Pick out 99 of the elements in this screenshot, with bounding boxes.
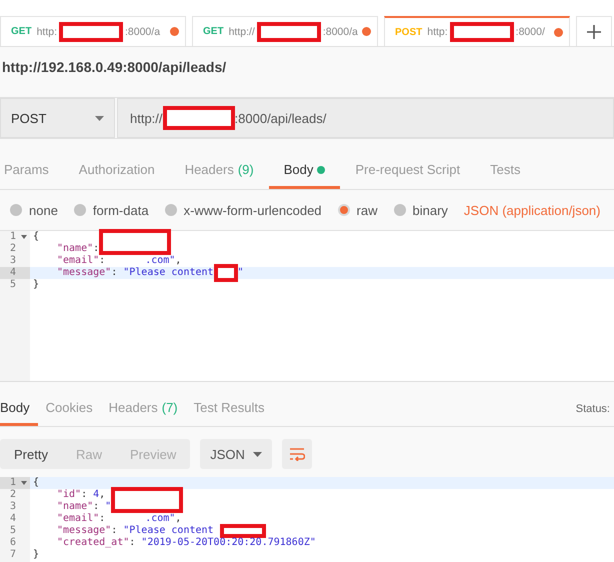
wrap-button[interactable] xyxy=(282,439,312,469)
view-mode-button[interactable]: Raw xyxy=(62,439,116,469)
code-token: : xyxy=(129,537,136,549)
radio-button[interactable] xyxy=(164,204,177,216)
code-token: } xyxy=(33,279,40,291)
code-token: } xyxy=(33,549,40,561)
radio-button[interactable] xyxy=(338,204,350,216)
status-label: Status: xyxy=(576,403,611,415)
code-token: , xyxy=(99,489,106,501)
code-token: "Please content xyxy=(123,267,214,279)
count-label: (7) xyxy=(162,400,178,415)
radio-label: x-www-form-urlencoded xyxy=(184,202,322,218)
redaction-box xyxy=(59,22,123,42)
tab-url: http: xyxy=(427,26,448,38)
line-number: 4 xyxy=(0,267,30,279)
radio-label: form-data xyxy=(92,202,149,218)
fold-caret-icon[interactable] xyxy=(21,481,27,485)
line-number: 2 xyxy=(0,243,30,255)
count-label: (9) xyxy=(238,162,254,177)
request-title: http://192.168.0.49:8000/api/leads/ xyxy=(2,59,226,75)
code-token: "created_at" xyxy=(57,537,130,549)
redaction-box xyxy=(214,264,238,282)
caret-icon xyxy=(252,452,262,456)
method-label: GET xyxy=(203,26,224,37)
code-token: , xyxy=(175,255,182,267)
code-token: " xyxy=(238,267,244,279)
code-token: : xyxy=(99,255,106,267)
line-number: 5 xyxy=(0,525,30,537)
code-token: "id" xyxy=(57,489,82,501)
request-tab[interactable]: GET http:// :8000/a xyxy=(192,16,378,46)
line-number: 4 xyxy=(0,513,30,525)
radio-button[interactable] xyxy=(74,204,86,216)
section-tab[interactable]: Tests xyxy=(475,153,536,189)
line-number: 1 xyxy=(0,477,30,489)
code-token: : xyxy=(111,267,118,279)
view-mode-button[interactable]: Preview xyxy=(116,439,190,469)
code-token: .com" xyxy=(145,255,176,267)
code-token: "name" xyxy=(57,501,94,513)
line-number: 6 xyxy=(0,537,30,549)
line-number: 1 xyxy=(0,231,30,243)
tab-url: :8000/a xyxy=(125,26,160,38)
plus-icon xyxy=(587,24,601,38)
section-tab[interactable]: Params xyxy=(0,153,64,189)
code-token: 4 xyxy=(93,489,100,501)
wrap-lines-icon xyxy=(289,447,306,461)
section-tab[interactable]: Pre-request Script xyxy=(340,153,476,189)
code-token: "message" xyxy=(57,525,112,537)
code-token: : xyxy=(111,525,118,537)
section-tab[interactable]: Cookies xyxy=(38,392,101,426)
code-token: : xyxy=(81,489,88,501)
section-tab[interactable]: Test Results xyxy=(186,392,272,426)
method-label: POST xyxy=(395,26,422,38)
code-token: : xyxy=(99,513,106,525)
method-label: GET xyxy=(11,26,32,37)
radio-label: binary xyxy=(412,202,448,218)
code-token: : xyxy=(93,243,100,255)
code-token: : xyxy=(93,501,100,513)
request-tab[interactable]: POST http: :8000/ xyxy=(384,16,570,46)
fold-caret-icon[interactable] xyxy=(21,235,27,239)
line-number: 5 xyxy=(0,279,30,291)
code-token: "message" xyxy=(57,267,112,279)
request-tab[interactable]: GET http: :8000/a xyxy=(0,16,186,46)
method-select[interactable]: POST xyxy=(0,98,115,138)
code-token: "2019-05-20T00:20:20.791860Z" xyxy=(141,537,316,549)
radio-label: raw xyxy=(356,202,378,218)
code-token: "Please content xyxy=(123,525,215,537)
section-tab[interactable]: Headers (9) xyxy=(170,153,269,189)
section-tab[interactable]: Headers (7) xyxy=(100,392,186,426)
tab-url: :8000/a xyxy=(322,26,358,38)
section-tab[interactable]: Body xyxy=(0,392,38,426)
line-number: 3 xyxy=(0,501,30,513)
url-field[interactable]: http:// :8000/api/leads/ xyxy=(117,98,614,138)
format-select[interactable]: JSON xyxy=(200,439,272,469)
redaction-box xyxy=(450,22,514,42)
code-token: "email" xyxy=(57,255,100,267)
tab-url: http:// xyxy=(228,26,255,38)
tab-url: :8000/ xyxy=(516,26,545,38)
format-link[interactable]: JSON (application/json) xyxy=(464,202,600,218)
radio-label: none xyxy=(29,202,58,218)
code-token: { xyxy=(33,231,40,243)
redaction-box xyxy=(256,22,321,42)
redaction-box xyxy=(220,524,266,538)
code-token: "email" xyxy=(57,513,100,525)
radio-button[interactable] xyxy=(394,204,406,216)
code-token: .com" xyxy=(145,513,176,525)
new-tab-button[interactable] xyxy=(576,16,612,46)
tab-url: http: xyxy=(36,26,57,38)
section-tab[interactable]: Body xyxy=(268,153,340,189)
line-number: 2 xyxy=(0,489,30,501)
code-token: "name" xyxy=(57,243,94,255)
line-number: 3 xyxy=(0,255,30,267)
radio-button[interactable] xyxy=(10,204,22,216)
code-token: " xyxy=(105,501,112,513)
section-tab[interactable]: Authorization xyxy=(64,153,170,189)
caret-icon xyxy=(95,116,104,120)
line-number: 7 xyxy=(0,549,30,561)
code-token: { xyxy=(33,477,40,489)
code-token: , xyxy=(175,513,182,525)
view-mode-button[interactable]: Pretty xyxy=(0,439,62,469)
